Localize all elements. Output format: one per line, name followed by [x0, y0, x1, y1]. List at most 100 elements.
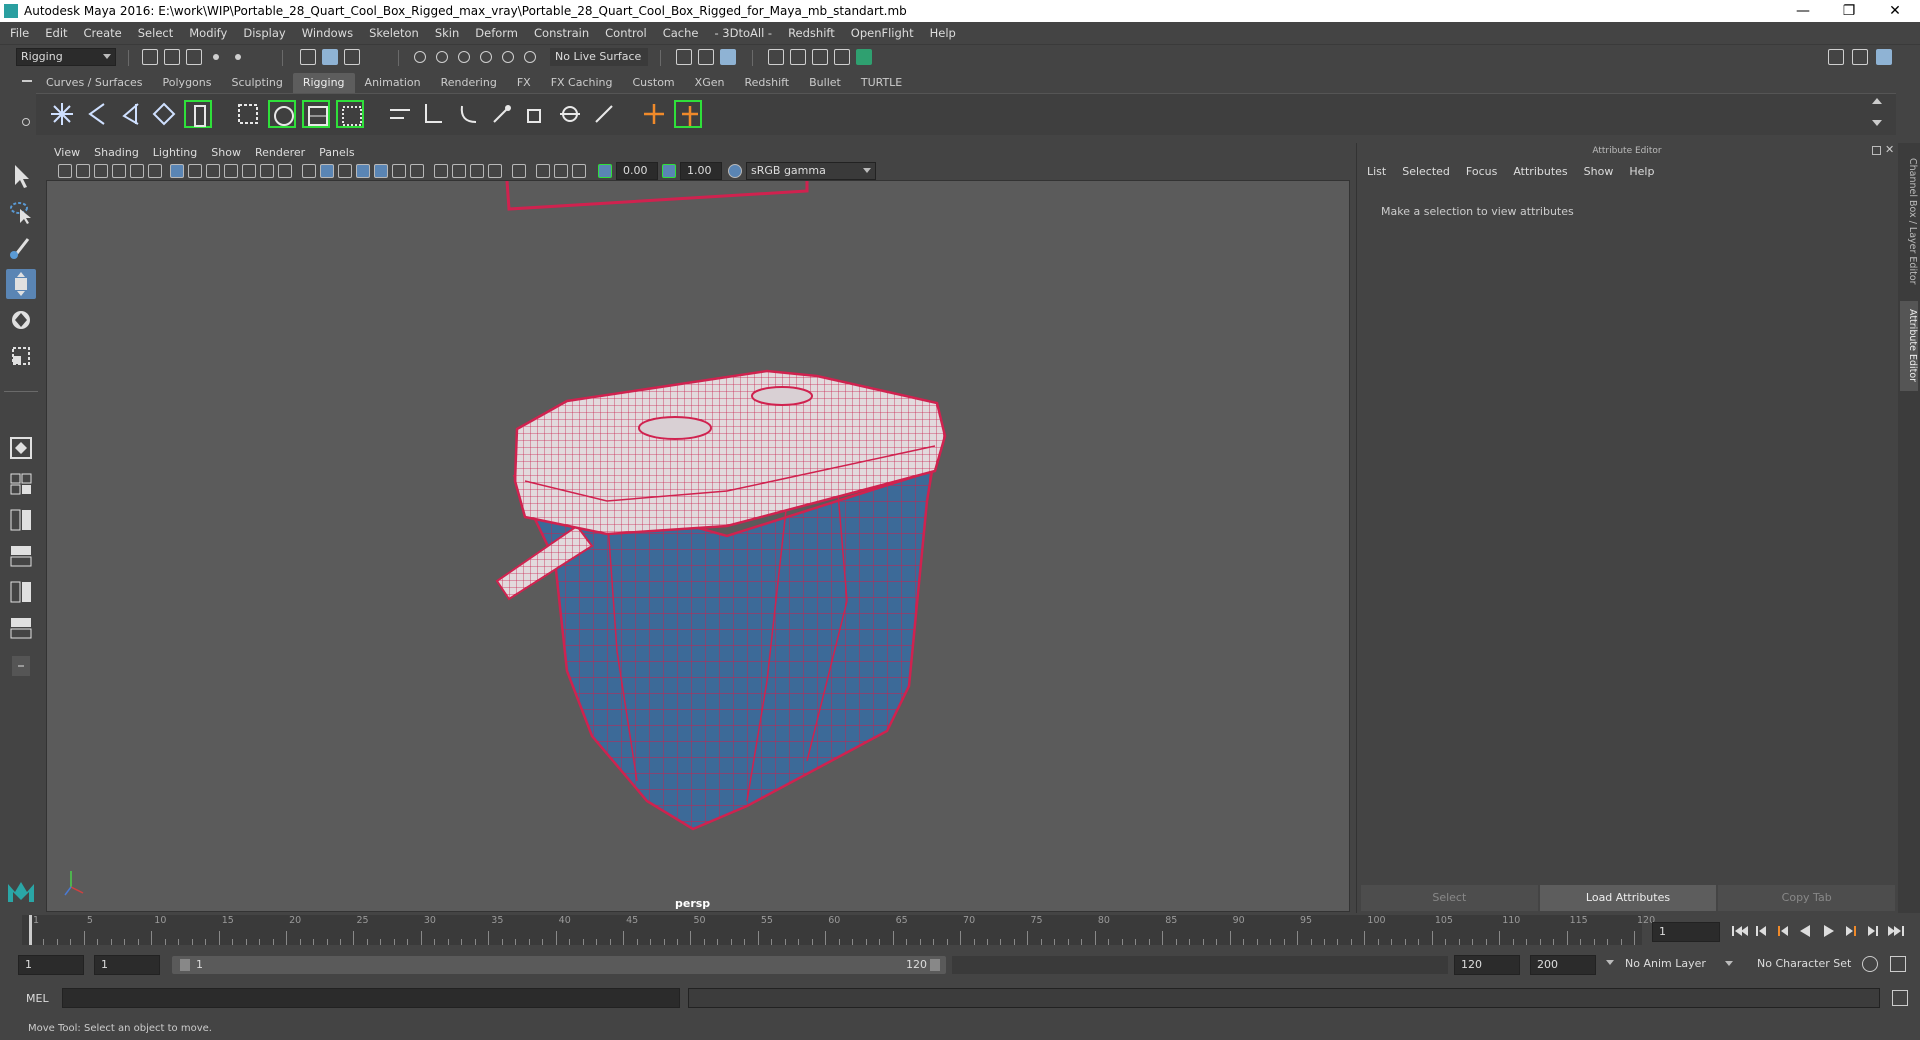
paint-select-tool-icon[interactable] [6, 233, 36, 263]
menu-redshift[interactable]: Redshift [788, 26, 835, 40]
playback-start-field[interactable]: 1 [94, 955, 160, 975]
menu-windows[interactable]: Windows [302, 26, 353, 40]
maximize-button[interactable]: ❐ [1826, 0, 1872, 22]
isolate-select-icon[interactable] [512, 164, 526, 178]
vp-menu-view[interactable]: View [54, 146, 80, 159]
snap-live-icon[interactable] [502, 51, 514, 63]
two-d-pan-zoom-icon[interactable] [130, 164, 144, 178]
film-gate-icon[interactable] [188, 164, 202, 178]
gamma-field[interactable]: 1.00 [680, 162, 722, 180]
shadows-icon[interactable] [410, 164, 424, 178]
menu-display[interactable]: Display [243, 26, 285, 40]
open-scene-icon[interactable] [164, 49, 180, 65]
gamma-icon[interactable] [662, 164, 676, 178]
shelf-tab-custom[interactable]: Custom [623, 73, 685, 93]
ae-menu-attributes[interactable]: Attributes [1513, 165, 1567, 178]
snap-view-plane-icon[interactable] [480, 51, 492, 63]
snap-point-icon[interactable] [458, 51, 470, 63]
select-hierarchy-icon[interactable] [300, 49, 316, 65]
script-editor-icon[interactable] [1892, 990, 1908, 1006]
textured-icon[interactable] [374, 164, 388, 178]
menu-modify[interactable]: Modify [189, 26, 227, 40]
screen-space-ao-icon[interactable] [434, 164, 448, 178]
menu-create[interactable]: Create [84, 26, 122, 40]
shelf-tab-bullet[interactable]: Bullet [799, 73, 851, 93]
animation-start-field[interactable]: 1 [18, 955, 84, 975]
bookmarks-icon[interactable] [94, 164, 108, 178]
range-end-handle[interactable] [930, 959, 940, 971]
current-time-marker[interactable] [29, 915, 32, 945]
menu-cache[interactable]: Cache [663, 26, 699, 40]
menu-skin[interactable]: Skin [435, 26, 459, 40]
pole-vector-icon[interactable] [590, 100, 618, 128]
menu-3dtoall[interactable]: - 3DtoAll - [714, 26, 772, 40]
motion-blur-icon[interactable] [452, 164, 466, 178]
xray-icon[interactable] [536, 164, 550, 178]
xray-joints-icon[interactable] [572, 164, 586, 178]
snap-grid-icon[interactable] [414, 51, 426, 63]
ae-menu-list[interactable]: List [1367, 165, 1386, 178]
hypershade-icon[interactable] [790, 49, 806, 65]
shelf-tab-xgen[interactable]: XGen [685, 73, 735, 93]
shelf-tab-rendering[interactable]: Rendering [431, 73, 507, 93]
render-settings-icon[interactable] [768, 49, 784, 65]
render-view-icon[interactable] [812, 49, 828, 65]
smooth-shade-icon[interactable] [320, 164, 334, 178]
anim-layer-dropdown[interactable]: No Anim Layer [1620, 955, 1738, 975]
maya-home-icon[interactable] [6, 878, 36, 904]
minimize-button[interactable]: — [1780, 0, 1826, 22]
field-chart-icon[interactable] [242, 164, 256, 178]
joint-tool-icon[interactable] [48, 100, 76, 128]
snap-curve-icon[interactable] [436, 51, 448, 63]
ipr-render-icon[interactable] [720, 49, 736, 65]
shelf-settings-gear-icon[interactable] [22, 118, 30, 126]
scale-tool-icon[interactable] [6, 341, 36, 371]
persp-graph-layout-icon[interactable] [6, 541, 36, 571]
copy-tab-button[interactable]: Copy Tab [1718, 885, 1896, 911]
animation-preferences-icon[interactable] [1890, 956, 1906, 972]
ae-menu-focus[interactable]: Focus [1466, 165, 1497, 178]
shelf-tab-fx-caching[interactable]: FX Caching [541, 73, 623, 93]
safe-action-icon[interactable] [260, 164, 274, 178]
camera-attributes-icon[interactable] [76, 164, 90, 178]
cluster-icon[interactable] [386, 100, 414, 128]
undo-icon[interactable] [208, 49, 224, 65]
vp-menu-panels[interactable]: Panels [319, 146, 354, 159]
save-scene-icon[interactable] [186, 49, 202, 65]
menu-select[interactable]: Select [138, 26, 173, 40]
playback-end-field[interactable]: 120 [1454, 955, 1520, 975]
modeling-toolkit-icon[interactable] [1828, 49, 1844, 65]
layout-expand-icon[interactable] [6, 651, 36, 676]
mirror-joint-icon[interactable] [150, 100, 178, 128]
menu-file[interactable]: File [10, 26, 29, 40]
character-set-dropdown[interactable]: No Character Set [1752, 955, 1870, 975]
menu-control[interactable]: Control [605, 26, 647, 40]
aim-constraint-icon[interactable] [556, 100, 584, 128]
close-panel-icon[interactable]: ✕ [1885, 143, 1894, 156]
shelf-scroll-down-icon[interactable] [1872, 120, 1882, 126]
attribute-editor-toggle-icon[interactable] [1876, 49, 1892, 65]
shelf-scroll-up-icon[interactable] [1872, 98, 1882, 104]
command-language-label[interactable]: MEL [26, 992, 49, 1005]
hypershade-persp-layout-icon[interactable] [6, 577, 36, 607]
snap-vertex-icon[interactable] [524, 51, 536, 63]
gate-mask-icon[interactable] [224, 164, 238, 178]
auto-key-icon[interactable] [1862, 956, 1878, 972]
attribute-editor-tab[interactable]: Attribute Editor [1900, 301, 1918, 391]
ik-spline-icon[interactable] [116, 100, 144, 128]
locator-icon[interactable] [640, 100, 668, 128]
shelf-menu-icon[interactable] [22, 80, 32, 82]
bind-skin-icon[interactable] [234, 100, 262, 128]
animation-end-field[interactable]: 200 [1530, 955, 1596, 975]
wireframe-icon[interactable] [302, 164, 316, 178]
scale-constraint-icon[interactable] [522, 100, 550, 128]
shelf-tab-curves-surfaces[interactable]: Curves / Surfaces [36, 73, 153, 93]
shelf-tab-fx[interactable]: FX [507, 73, 541, 93]
range-options-chevron-icon[interactable] [1606, 960, 1614, 965]
redshift-render-icon[interactable] [856, 49, 872, 65]
ae-menu-selected[interactable]: Selected [1402, 165, 1450, 178]
vp-menu-lighting[interactable]: Lighting [153, 146, 197, 159]
ae-menu-help[interactable]: Help [1629, 165, 1654, 178]
live-surface-field[interactable]: No Live Surface [550, 48, 648, 66]
use-default-material-icon[interactable] [338, 164, 352, 178]
